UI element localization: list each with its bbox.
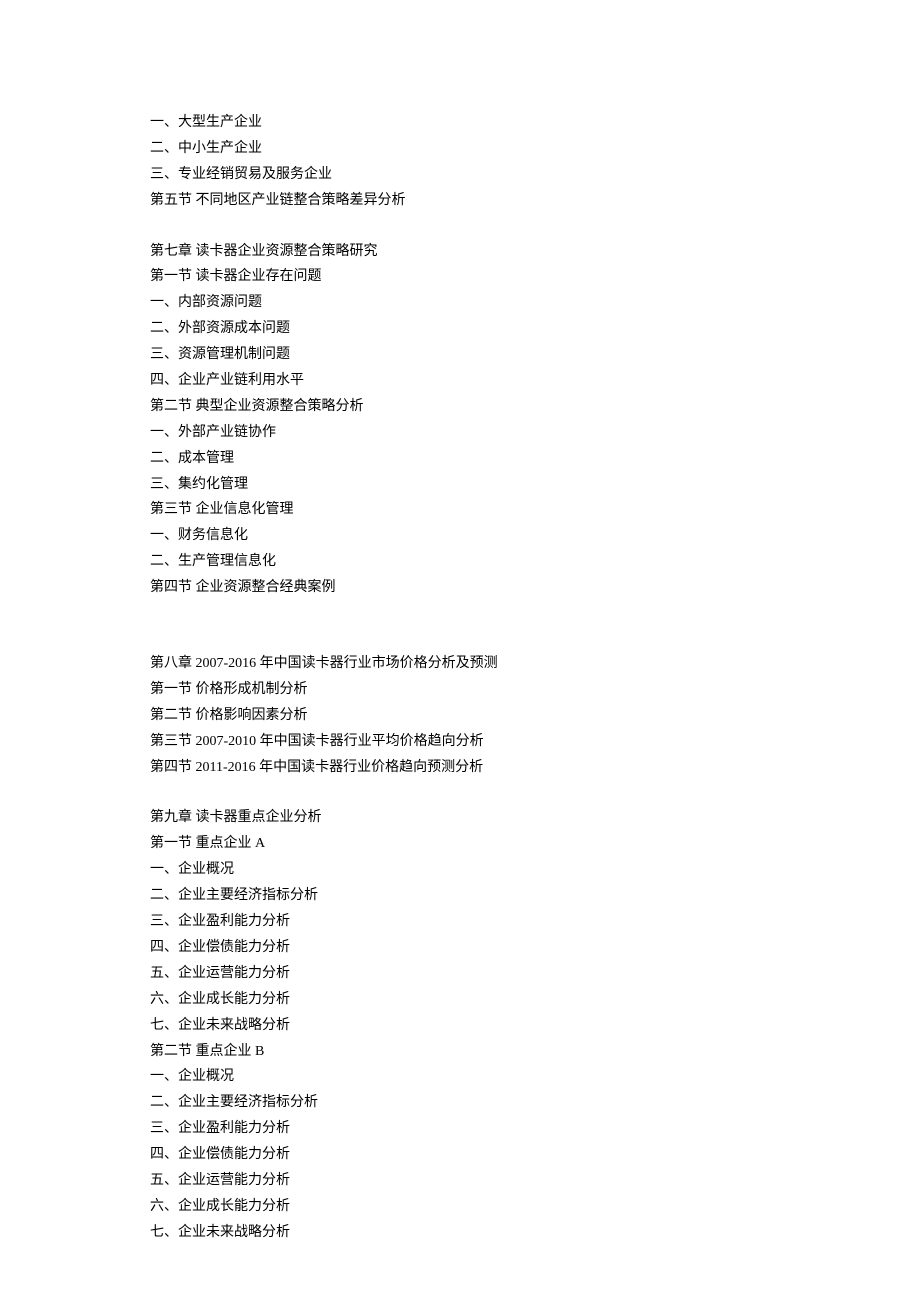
toc-line: 第五节 不同地区产业链整合策略差异分析 (150, 188, 770, 214)
toc-line: 二、中小生产企业 (150, 136, 770, 162)
document-content: 一、大型生产企业 二、中小生产企业 三、专业经销贸易及服务企业 第五节 不同地区… (150, 110, 770, 1246)
toc-line: 二、外部资源成本问题 (150, 316, 770, 342)
toc-line: 第一节 重点企业 A (150, 831, 770, 857)
toc-line: 七、企业未来战略分析 (150, 1013, 770, 1039)
toc-line: 一、企业概况 (150, 1064, 770, 1090)
section-spacer (150, 780, 770, 805)
toc-line: 第四节 企业资源整合经典案例 (150, 575, 770, 601)
toc-line: 一、内部资源问题 (150, 290, 770, 316)
toc-line: 三、资源管理机制问题 (150, 342, 770, 368)
toc-line: 二、成本管理 (150, 446, 770, 472)
toc-line: 第三节 2007-2010 年中国读卡器行业平均价格趋向分析 (150, 729, 770, 755)
toc-line: 二、企业主要经济指标分析 (150, 1090, 770, 1116)
toc-line: 第二节 典型企业资源整合策略分析 (150, 394, 770, 420)
toc-line: 第四节 2011-2016 年中国读卡器行业价格趋向预测分析 (150, 755, 770, 781)
toc-line: 五、企业运营能力分析 (150, 961, 770, 987)
toc-line: 三、专业经销贸易及服务企业 (150, 162, 770, 188)
toc-line: 三、企业盈利能力分析 (150, 909, 770, 935)
toc-line: 三、集约化管理 (150, 472, 770, 498)
toc-line: 第一节 读卡器企业存在问题 (150, 264, 770, 290)
toc-line: 六、企业成长能力分析 (150, 1194, 770, 1220)
toc-line: 一、外部产业链协作 (150, 420, 770, 446)
toc-line: 第二节 价格影响因素分析 (150, 703, 770, 729)
toc-line: 六、企业成长能力分析 (150, 987, 770, 1013)
toc-line: 四、企业产业链利用水平 (150, 368, 770, 394)
toc-line: 七、企业未来战略分析 (150, 1220, 770, 1246)
toc-line: 四、企业偿债能力分析 (150, 935, 770, 961)
toc-line: 一、财务信息化 (150, 523, 770, 549)
toc-line: 一、企业概况 (150, 857, 770, 883)
toc-line: 二、生产管理信息化 (150, 549, 770, 575)
toc-line: 五、企业运营能力分析 (150, 1168, 770, 1194)
toc-line: 第二节 重点企业 B (150, 1039, 770, 1065)
section-spacer (150, 601, 770, 651)
chapter-title: 第七章 读卡器企业资源整合策略研究 (150, 239, 770, 265)
chapter-title: 第九章 读卡器重点企业分析 (150, 805, 770, 831)
toc-line: 第一节 价格形成机制分析 (150, 677, 770, 703)
toc-line: 一、大型生产企业 (150, 110, 770, 136)
toc-line: 第三节 企业信息化管理 (150, 497, 770, 523)
section-spacer (150, 214, 770, 239)
chapter-title: 第八章 2007-2016 年中国读卡器行业市场价格分析及预测 (150, 651, 770, 677)
toc-line: 四、企业偿债能力分析 (150, 1142, 770, 1168)
toc-line: 三、企业盈利能力分析 (150, 1116, 770, 1142)
toc-line: 二、企业主要经济指标分析 (150, 883, 770, 909)
